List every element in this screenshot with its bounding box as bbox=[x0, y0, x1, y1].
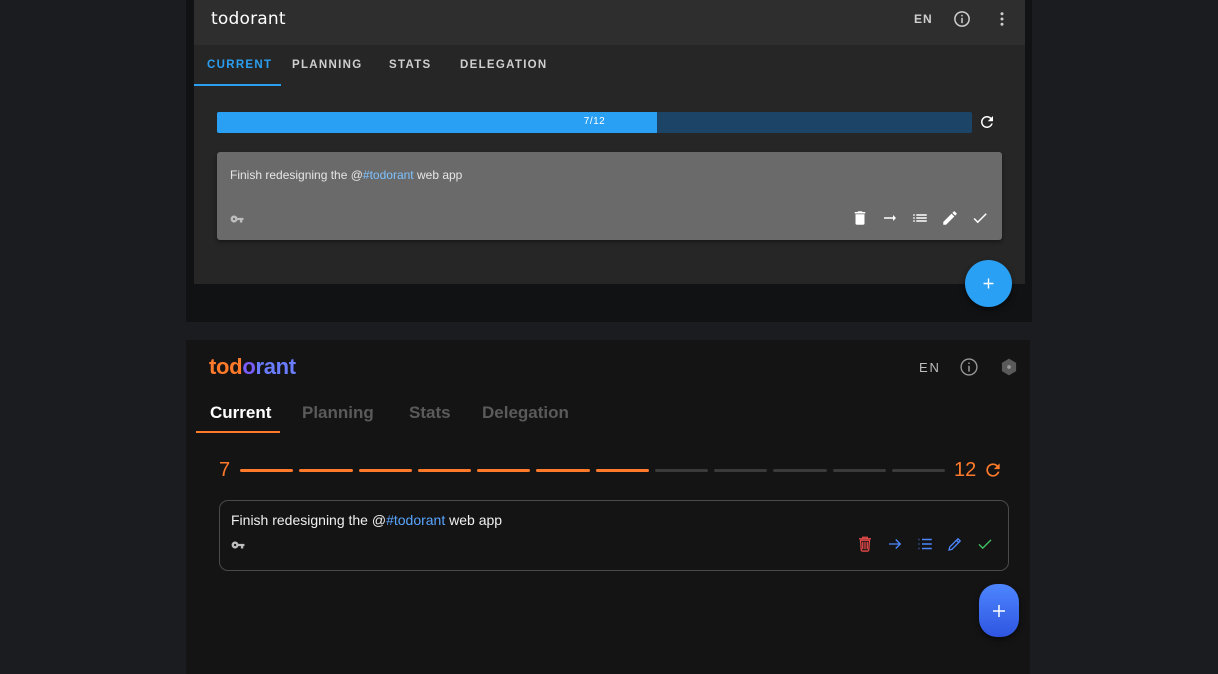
old-app-logo[interactable]: todorant bbox=[211, 9, 286, 29]
info-icon[interactable] bbox=[953, 10, 971, 28]
new-app-logo[interactable]: todorant bbox=[209, 354, 296, 380]
add-todo-button[interactable] bbox=[979, 584, 1019, 637]
arrow-right-icon[interactable] bbox=[881, 209, 899, 227]
progress-total-count: 12 bbox=[954, 459, 977, 481]
tab-delegation[interactable]: Delegation bbox=[482, 403, 569, 423]
list-icon[interactable] bbox=[911, 209, 929, 227]
progress-segment bbox=[891, 469, 945, 472]
logo-accent: o bbox=[239, 9, 251, 29]
todo-actions bbox=[856, 535, 994, 553]
progress-segment bbox=[299, 469, 353, 472]
check-icon[interactable] bbox=[971, 209, 989, 227]
progress-segment bbox=[714, 469, 768, 472]
tab-current[interactable]: Current bbox=[210, 403, 271, 423]
refresh-icon[interactable] bbox=[983, 460, 1003, 480]
hexagon-icon[interactable] bbox=[999, 357, 1019, 377]
key-icon bbox=[231, 541, 245, 549]
todo-actions bbox=[851, 209, 989, 227]
tab-current[interactable]: CURRENT bbox=[207, 59, 272, 71]
progress-label: 7/12 bbox=[583, 116, 606, 127]
info-icon[interactable] bbox=[959, 357, 979, 377]
tab-planning[interactable]: PLANNING bbox=[292, 59, 362, 71]
refresh-icon[interactable] bbox=[978, 113, 996, 131]
progress-segment bbox=[654, 469, 708, 472]
progress-segments bbox=[240, 469, 945, 472]
progress-completed-count: 7 bbox=[219, 459, 231, 481]
todo-hashtag[interactable]: #todorant bbox=[363, 168, 414, 182]
tab-stats[interactable]: Stats bbox=[409, 403, 451, 423]
todo-text-after: web app bbox=[445, 512, 503, 528]
tab-underline bbox=[196, 431, 280, 433]
todo-text-before: Finish redesigning the @ bbox=[231, 512, 387, 528]
tab-underline bbox=[194, 84, 281, 86]
todo-hashtag[interactable]: #todorant bbox=[386, 512, 445, 528]
progress-segment bbox=[417, 469, 471, 472]
tab-planning[interactable]: Planning bbox=[302, 403, 374, 423]
progress-segment bbox=[358, 469, 412, 472]
todo-card[interactable]: Finish redesigning the @#todorant web ap… bbox=[219, 500, 1009, 571]
plus-icon bbox=[993, 605, 1005, 617]
todo-card[interactable]: Finish redesigning the @#todorant web ap… bbox=[217, 152, 1002, 240]
todo-text: Finish redesigning the @#todorant web ap… bbox=[230, 168, 462, 182]
progress-segment bbox=[832, 469, 886, 472]
more-vert-icon[interactable] bbox=[993, 10, 1011, 28]
logo-part1: tod bbox=[209, 354, 243, 379]
tab-stats[interactable]: STATS bbox=[389, 59, 432, 71]
old-app-header: todorant EN bbox=[194, 0, 1025, 45]
progress-segment bbox=[477, 469, 531, 472]
check-icon[interactable] bbox=[976, 535, 994, 553]
logo-accent: o bbox=[242, 354, 256, 379]
language-button[interactable]: EN bbox=[919, 360, 941, 375]
progress-bar: 7/12 bbox=[217, 112, 972, 133]
logo-part2: rant bbox=[255, 354, 296, 379]
edit-icon[interactable] bbox=[946, 535, 964, 553]
todo-text: Finish redesigning the @#todorant web ap… bbox=[231, 512, 502, 528]
key-icon bbox=[230, 215, 244, 223]
list-icon[interactable] bbox=[916, 535, 934, 553]
progress-segment bbox=[536, 469, 590, 472]
add-todo-button[interactable] bbox=[965, 260, 1012, 307]
old-app-window: todorant EN CURRENT PLANNING STATS DELEG… bbox=[194, 0, 1025, 284]
old-tab-bar: CURRENT PLANNING STATS DELEGATION bbox=[194, 45, 1025, 86]
progress-segment bbox=[773, 469, 827, 472]
delete-icon[interactable] bbox=[851, 209, 869, 227]
new-app-window: todorant EN Current Planning Stats Deleg… bbox=[186, 340, 1030, 674]
delete-icon[interactable] bbox=[856, 535, 874, 553]
plus-icon bbox=[983, 278, 994, 289]
arrow-right-icon[interactable] bbox=[886, 535, 904, 553]
logo-part2: rant bbox=[250, 9, 286, 29]
progress-segment bbox=[595, 469, 649, 472]
logo-part1: tod bbox=[211, 9, 240, 29]
tab-delegation[interactable]: DELEGATION bbox=[460, 59, 548, 71]
progress-segment bbox=[240, 469, 294, 472]
edit-icon[interactable] bbox=[941, 209, 959, 227]
todo-text-before: Finish redesigning the @ bbox=[230, 168, 363, 182]
language-button[interactable]: EN bbox=[914, 12, 933, 26]
todo-text-after: web app bbox=[413, 168, 463, 182]
